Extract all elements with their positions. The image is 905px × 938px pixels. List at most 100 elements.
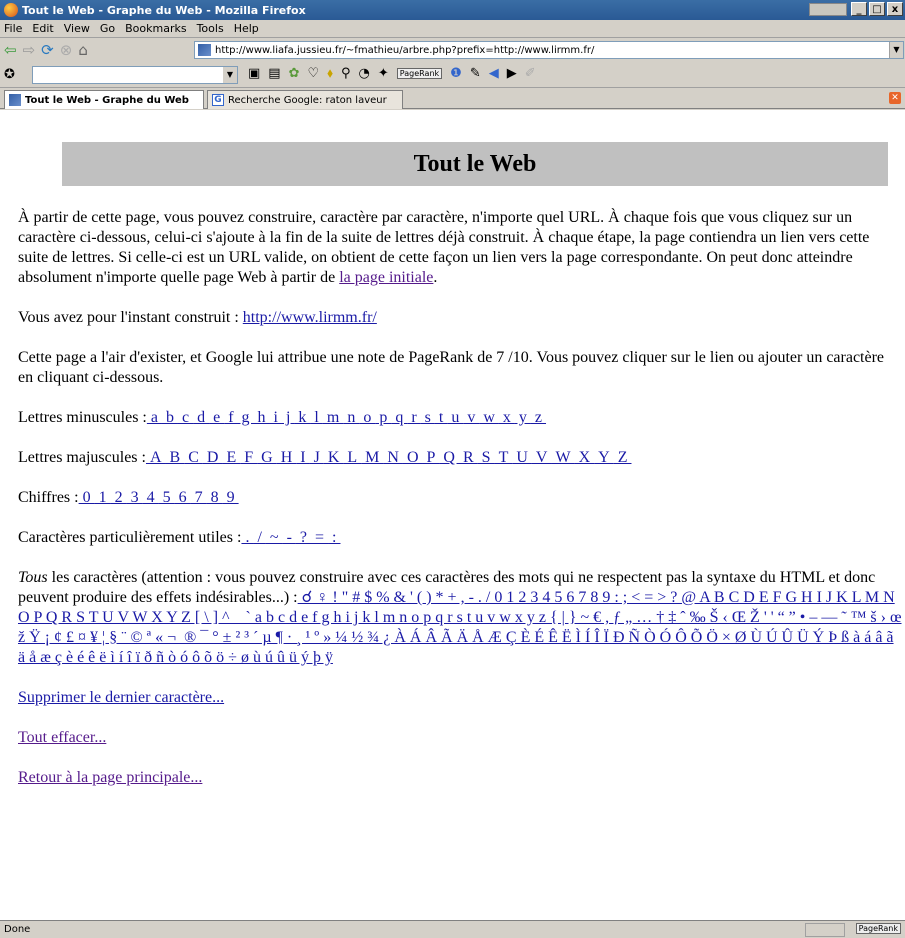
back-main-link[interactable]: Retour à la page principale... [18, 769, 202, 786]
uppercase-char-link[interactable]: P [423, 449, 440, 466]
uppercase-char-link[interactable]: E [222, 449, 240, 466]
useful-char-link[interactable]: : [328, 529, 340, 546]
lowercase-char-link[interactable]: w [479, 409, 499, 426]
lowercase-char-link[interactable]: y [515, 409, 531, 426]
info-icon[interactable]: ❶ [450, 66, 462, 81]
home-icon[interactable]: ⌂ [78, 41, 88, 59]
uppercase-char-link[interactable]: G [257, 449, 277, 466]
close-tab-icon[interactable]: ✕ [889, 92, 901, 104]
next-icon[interactable]: ▶ [507, 66, 517, 81]
toolbar-icon-4[interactable]: ♡ [308, 66, 320, 81]
lowercase-char-link[interactable]: o [359, 409, 375, 426]
minimize-button[interactable]: _ [851, 2, 867, 16]
highlight-icon[interactable]: ✐ [525, 66, 536, 81]
toolbar-icon-5[interactable]: ⬧ [327, 66, 333, 81]
menu-view[interactable]: View [64, 22, 90, 35]
uppercase-char-link[interactable]: J [310, 449, 324, 466]
toolbar-icon-1[interactable]: ▣ [248, 66, 260, 81]
search-dropdown-icon[interactable]: ▼ [223, 67, 237, 83]
lowercase-char-link[interactable]: s [421, 409, 435, 426]
menu-edit[interactable]: Edit [32, 22, 53, 35]
digit-char-link[interactable]: 0 [79, 489, 95, 506]
lowercase-char-link[interactable]: d [193, 409, 209, 426]
uppercase-char-link[interactable]: Q [439, 449, 459, 466]
lowercase-char-link[interactable]: j [282, 409, 294, 426]
lowercase-char-link[interactable]: e [209, 409, 224, 426]
lowercase-char-link[interactable]: f [224, 409, 237, 426]
google-toolbar-icon[interactable]: ✪ [4, 66, 15, 84]
digit-char-link[interactable]: 2 [111, 489, 127, 506]
uppercase-char-link[interactable]: V [532, 449, 552, 466]
menu-bookmarks[interactable]: Bookmarks [125, 22, 186, 35]
useful-char-link[interactable]: . [241, 529, 253, 546]
digit-char-link[interactable]: 5 [159, 489, 175, 506]
lowercase-char-link[interactable]: u [447, 409, 463, 426]
lowercase-char-link[interactable]: t [435, 409, 447, 426]
uppercase-char-link[interactable]: M [361, 449, 383, 466]
uppercase-char-link[interactable]: C [184, 449, 203, 466]
lowercase-char-link[interactable]: a [147, 409, 162, 426]
menu-tools[interactable]: Tools [197, 22, 224, 35]
initial-page-link[interactable]: la page initiale [339, 269, 433, 286]
built-url-link[interactable]: http://www.lirmm.fr/ [243, 309, 377, 326]
status-pagerank[interactable]: PageRank [855, 923, 901, 934]
delete-last-link[interactable]: Supprimer le dernier caractère... [18, 689, 224, 706]
menu-file[interactable]: File [4, 22, 22, 35]
forward-icon[interactable]: ⇨ [23, 41, 36, 59]
clear-all-link[interactable]: Tout effacer... [18, 729, 106, 746]
url-dropdown-icon[interactable]: ▼ [889, 42, 903, 58]
uppercase-char-link[interactable]: T [495, 449, 513, 466]
uppercase-char-link[interactable]: N [383, 449, 403, 466]
useful-char-link[interactable]: / [253, 529, 265, 546]
digit-char-link[interactable]: 1 [95, 489, 111, 506]
uppercase-char-link[interactable]: W [551, 449, 574, 466]
uppercase-char-link[interactable]: F [240, 449, 257, 466]
digit-char-link[interactable]: 9 [223, 489, 239, 506]
lowercase-char-link[interactable]: c [178, 409, 193, 426]
prev-icon[interactable]: ◀ [489, 66, 499, 81]
tab-google-search[interactable]: G Recherche Google: raton laveur [207, 90, 403, 109]
menu-help[interactable]: Help [234, 22, 259, 35]
tab-tout-le-web[interactable]: Tout le Web - Graphe du Web [4, 90, 204, 109]
lowercase-char-link[interactable]: p [375, 409, 391, 426]
digit-char-link[interactable]: 7 [191, 489, 207, 506]
lowercase-char-link[interactable]: n [343, 409, 359, 426]
lowercase-char-link[interactable]: m [323, 409, 343, 426]
toolbar-icon-2[interactable]: ▤ [268, 66, 280, 81]
menu-go[interactable]: Go [100, 22, 115, 35]
useful-char-link[interactable]: - [283, 529, 296, 546]
lowercase-char-link[interactable]: b [162, 409, 178, 426]
reload-icon[interactable]: ⟳ [41, 41, 54, 59]
uppercase-char-link[interactable]: S [478, 449, 495, 466]
search-input[interactable]: ▼ [32, 66, 238, 84]
lowercase-char-link[interactable]: g [238, 409, 254, 426]
toolbar-icon-6[interactable]: ◔ [359, 66, 370, 81]
toolbar-icon-3[interactable]: ✿ [289, 66, 300, 81]
useful-char-link[interactable]: ~ [266, 529, 283, 546]
uppercase-char-link[interactable]: Y [594, 449, 614, 466]
lowercase-char-link[interactable]: k [294, 409, 310, 426]
uppercase-char-link[interactable]: I [296, 449, 309, 466]
back-icon[interactable]: ⇦ [4, 41, 17, 59]
stop-icon[interactable]: ⊗ [60, 41, 73, 59]
uppercase-char-link[interactable]: Z [614, 449, 632, 466]
digit-char-link[interactable]: 4 [143, 489, 159, 506]
uppercase-char-link[interactable]: K [324, 449, 344, 466]
uppercase-char-link[interactable]: B [166, 449, 185, 466]
toolbar-icon-8[interactable]: ✎ [470, 66, 481, 81]
digit-char-link[interactable]: 8 [207, 489, 223, 506]
lowercase-char-link[interactable]: h [254, 409, 270, 426]
maximize-button[interactable]: □ [869, 2, 885, 16]
uppercase-char-link[interactable]: H [277, 449, 297, 466]
search-icon[interactable]: ⚲ [341, 66, 351, 81]
uppercase-char-link[interactable]: D [203, 449, 223, 466]
toolbar-icon-7[interactable]: ✦ [378, 66, 389, 81]
close-button[interactable]: x [887, 2, 903, 16]
uppercase-char-link[interactable]: A [146, 449, 166, 466]
lowercase-char-link[interactable]: i [270, 409, 282, 426]
uppercase-char-link[interactable]: U [512, 449, 532, 466]
url-bar[interactable]: http://www.liafa.jussieu.fr/~fmathieu/ar… [194, 41, 904, 59]
lowercase-char-link[interactable]: r [407, 409, 420, 426]
uppercase-char-link[interactable]: L [343, 449, 361, 466]
useful-char-link[interactable]: ? [296, 529, 311, 546]
